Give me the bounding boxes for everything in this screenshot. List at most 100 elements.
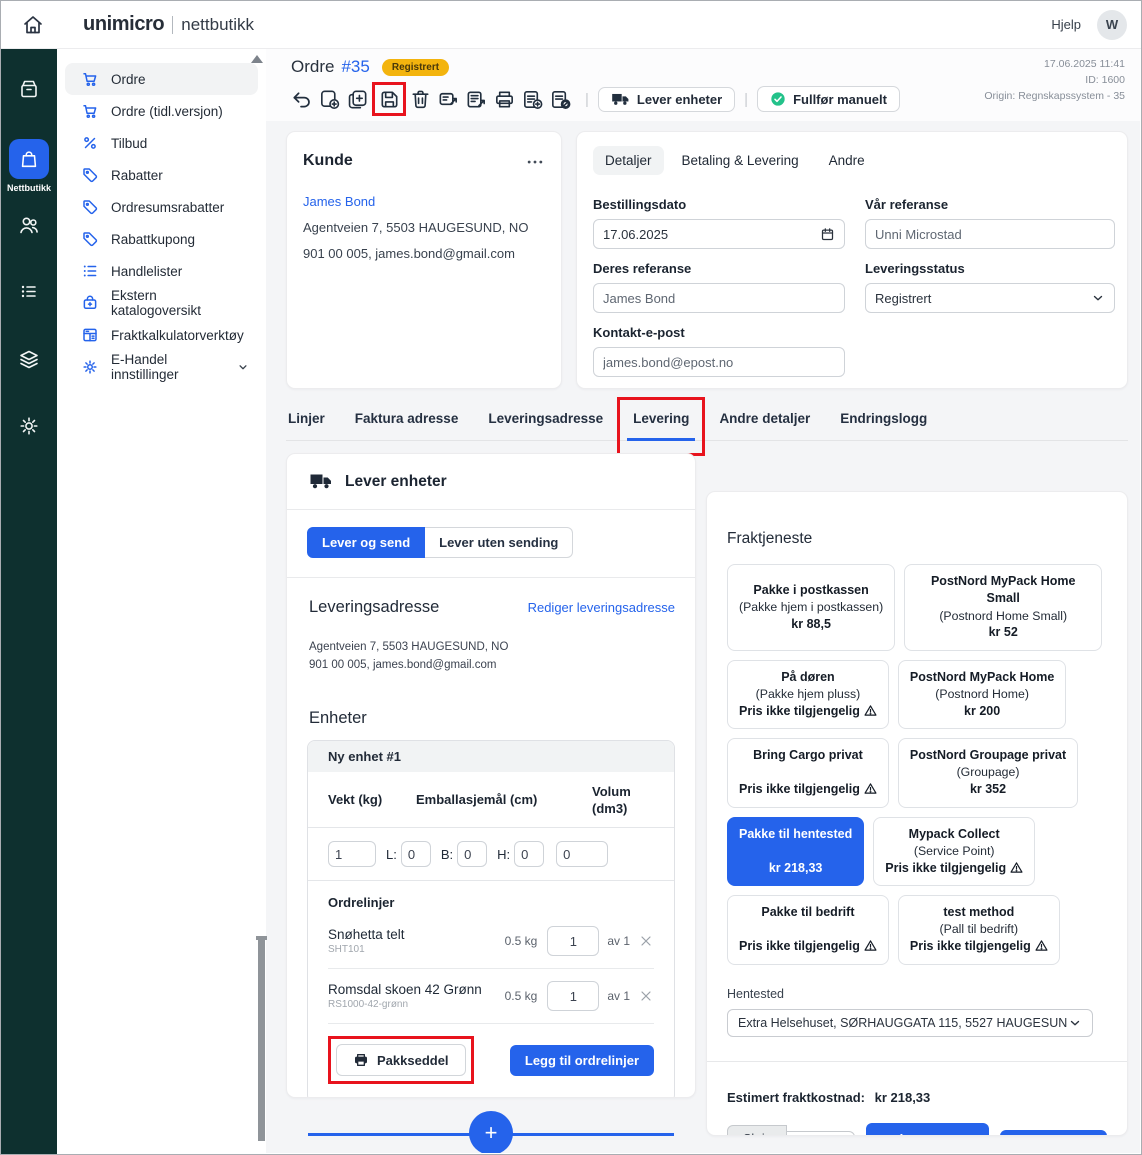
people-icon [17, 213, 41, 237]
sidebar-item-handlelister[interactable]: Handlelister [65, 255, 258, 287]
delete-icon[interactable] [408, 87, 432, 111]
catalog-icon [81, 294, 99, 312]
line-qty-input[interactable] [547, 926, 599, 956]
freight-option[interactable]: PostNord MyPack Home Small (Postnord Hom… [904, 564, 1102, 651]
packing-slip-button[interactable]: Pakkseddel [336, 1044, 466, 1076]
rail-item-layers[interactable] [1, 347, 57, 371]
volume-header: Volum (dm3) [592, 784, 654, 818]
cancel-order-icon[interactable] [548, 87, 572, 111]
home-icon[interactable] [21, 13, 45, 37]
line-qty-input[interactable] [547, 981, 599, 1011]
sidebar-item-fraktkalkulator[interactable]: Fraktkalkulatorverktøy [65, 319, 258, 351]
unit-card: Ny enhet #1 Vekt (kg) Emballasjemål (cm)… [307, 740, 675, 1098]
sidebar-item-label: Rabattkupong [111, 232, 195, 247]
complete-manually-button[interactable]: Fullfør manuelt [757, 86, 900, 112]
print-button[interactable]: Skriv ut [727, 1125, 787, 1136]
undo-icon[interactable] [289, 87, 313, 111]
line-name: Romsdal skoen 42 Grønn [328, 982, 505, 997]
freight-option[interactable]: Mypack Collect (Service Point) Pris ikke… [873, 817, 1035, 886]
add-order-lines-button[interactable]: Legg til ordrelinjer [510, 1045, 654, 1076]
scroll-up-arrow[interactable] [251, 55, 263, 63]
order-header: Ordre #35 Registrert | [266, 49, 1140, 121]
print-option-select[interactable]: Ingen [787, 1131, 855, 1136]
deliver-units-button[interactable]: Lever enheter [598, 87, 735, 112]
tab-andre[interactable]: Andre [817, 146, 877, 175]
length-input[interactable] [401, 841, 431, 867]
volume-input[interactable] [556, 841, 608, 867]
more-menu-icon[interactable] [525, 152, 545, 172]
add-unit-button[interactable]: + [469, 1111, 513, 1153]
tab-endringslogg[interactable]: Endringslogg [838, 404, 929, 441]
our-ref-input[interactable] [865, 219, 1115, 249]
annotation-box-levering [617, 397, 705, 456]
order-date-input[interactable]: 17.06.2025 [593, 219, 845, 249]
topbar-right: Hjelp W [1051, 10, 1141, 40]
order-content: Kunde James Bond Agentveien 7, 5503 HAUG… [266, 121, 1140, 1153]
sidebar-item-ehandel-innstillinger[interactable]: E-Handel innstillinger [65, 351, 258, 383]
brand-logo[interactable]: unimicro nettbutikk [83, 13, 254, 36]
tab-andre-detaljer[interactable]: Andre detaljer [717, 404, 812, 441]
customer-name-link[interactable]: James Bond [303, 194, 545, 209]
layers-icon [17, 347, 41, 371]
gear-icon [17, 414, 41, 438]
sidebar-item-ordre-tidl[interactable]: Ordre (tidl.versjon) [65, 95, 258, 127]
freight-option[interactable]: Pakke i postkassen (Pakke hjem i postkas… [727, 564, 895, 651]
sidebar-item-ordre[interactable]: Ordre [65, 63, 258, 95]
save-and-transfer-button[interactable]: Lagre og overfør [866, 1123, 989, 1136]
tab-linjer[interactable]: Linjer [286, 404, 327, 441]
rail-item-lists[interactable] [1, 279, 57, 303]
weight-input[interactable] [328, 841, 376, 867]
sidebar-item-ekstern-katalog[interactable]: Ekstern katalogoversikt [65, 287, 258, 319]
transfer-order-icon[interactable] [436, 87, 460, 111]
rail-item-nettbutikk[interactable]: Nettbutikk [1, 139, 57, 193]
save-icon[interactable] [377, 87, 401, 111]
delivery-status-select[interactable]: Registrert [865, 283, 1115, 313]
freight-option[interactable]: PostNord Groupage privat (Groupage) kr 3… [898, 738, 1078, 807]
scrollbar-thumb[interactable] [258, 936, 265, 1141]
order-lines-title: Ordrelinjer [328, 895, 654, 910]
sidebar-item-rabattkupong[interactable]: Rabattkupong [65, 223, 258, 255]
sidebar-item-rabatter[interactable]: Rabatter [65, 159, 258, 191]
remove-line-icon[interactable] [638, 988, 654, 1004]
remove-line-icon[interactable] [638, 933, 654, 949]
help-link[interactable]: Hjelp [1051, 17, 1081, 32]
pickup-point-select[interactable]: Extra Helsehuset, SØRHAUGGATA 115, 5527 … [727, 1009, 1093, 1037]
order-number-link[interactable]: #35 [341, 57, 369, 77]
logo-divider [172, 16, 173, 34]
tab-leveringsadresse[interactable]: Leveringsadresse [486, 404, 605, 441]
deliver-and-send-button[interactable]: Lever og send [307, 527, 425, 558]
tab-faktura-adresse[interactable]: Faktura adresse [353, 404, 461, 441]
print-icon[interactable] [492, 87, 516, 111]
freight-option[interactable]: På døren (Pakke hjem pluss) Pris ikke ti… [727, 660, 889, 729]
contact-email-label: Kontakt-e-post [593, 325, 845, 340]
avatar[interactable]: W [1097, 10, 1127, 40]
height-input[interactable] [514, 841, 544, 867]
rail-item-settings[interactable] [1, 414, 57, 438]
export-order-icon[interactable] [464, 87, 488, 111]
tab-betaling-levering[interactable]: Betaling & Levering [670, 146, 811, 175]
add-lines-icon[interactable] [520, 87, 544, 111]
warning-icon [1035, 939, 1048, 952]
save-button[interactable]: Lagre [1000, 1130, 1107, 1136]
contact-email-input[interactable] [593, 347, 845, 377]
deliver-without-sending-button[interactable]: Lever uten sending [425, 527, 573, 558]
rail-item-customers[interactable] [1, 213, 57, 237]
tab-detaljer[interactable]: Detaljer [593, 146, 664, 175]
freight-option-selected[interactable]: Pakke til hentested kr 218,33 [727, 817, 864, 886]
freight-option[interactable]: test method (Pall til bedrift) Pris ikke… [898, 895, 1060, 964]
edit-address-link[interactable]: Rediger leveringsadresse [528, 600, 675, 615]
freight-option[interactable]: Pakke til bedrift Pris ikke tilgjengelig [727, 895, 889, 964]
sidebar-item-tilbud[interactable]: Tilbud [65, 127, 258, 159]
sidebar-item-ordresumsrabatter[interactable]: Ordresumsrabatter [65, 191, 258, 223]
page-title: Ordre [291, 57, 334, 77]
freight-option[interactable]: PostNord MyPack Home (Postnord Home) kr … [898, 660, 1066, 729]
rail-item-archive[interactable] [1, 77, 57, 101]
duplicate-order-icon[interactable] [345, 87, 369, 111]
sidebar-item-label: Ekstern katalogoversikt [111, 288, 250, 318]
freight-option[interactable]: Bring Cargo privat Pris ikke tilgjengeli… [727, 738, 889, 807]
tab-levering[interactable]: Levering [631, 404, 691, 441]
width-input[interactable] [457, 841, 487, 867]
their-ref-input[interactable] [593, 283, 845, 313]
new-order-icon[interactable] [317, 87, 341, 111]
line-weight: 0.5 kg [505, 934, 538, 948]
